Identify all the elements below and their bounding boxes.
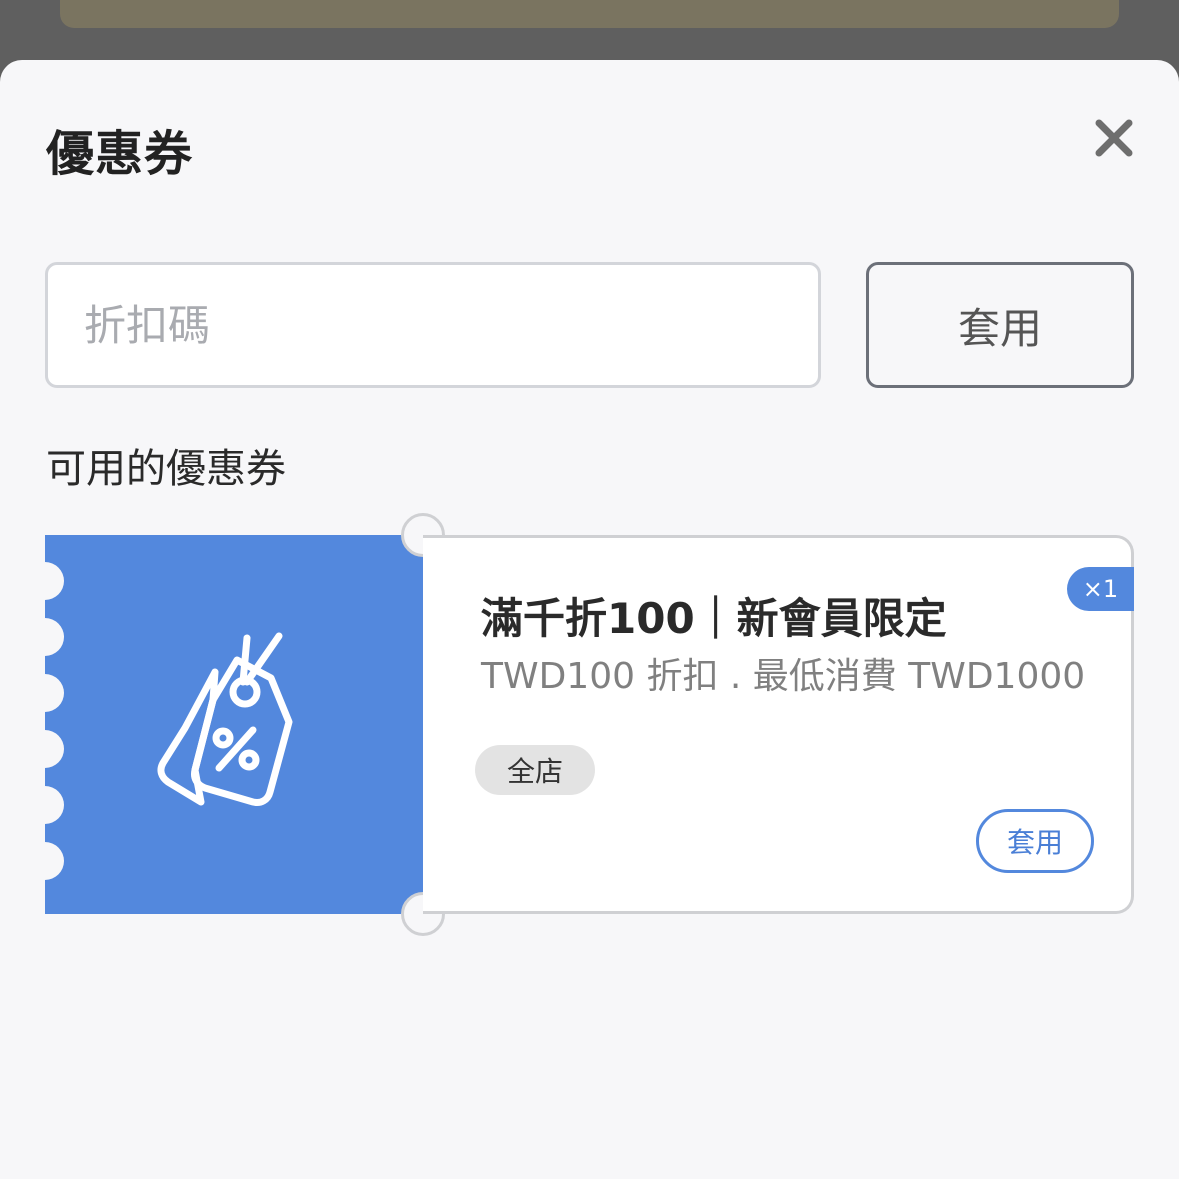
sheet-title: 優惠券 xyxy=(46,126,194,182)
coupon-card: 滿千折100｜新會員限定 TWD100 折扣 . 最低消費 TWD1000 ×1… xyxy=(26,513,1134,936)
quantity-badge: ×1 xyxy=(1067,567,1134,611)
coupon-title: 滿千折100｜新會員限定 xyxy=(481,594,947,643)
stub-scallop xyxy=(26,730,64,768)
discount-code-input[interactable] xyxy=(45,262,821,388)
apply-code-button[interactable]: 套用 xyxy=(866,262,1134,388)
stub-scallop xyxy=(26,674,64,712)
scope-chip: 全店 xyxy=(475,745,595,795)
discount-tag-icon xyxy=(157,632,293,806)
stub-scallop xyxy=(26,618,64,656)
close-icon xyxy=(1095,119,1133,157)
coupon-description: TWD100 折扣 . 最低消費 TWD1000 xyxy=(481,656,1086,697)
stub-scallop xyxy=(26,842,64,880)
stub-scallop xyxy=(26,562,64,600)
background-content-bar xyxy=(60,0,1119,28)
available-coupons-heading: 可用的優惠券 xyxy=(46,446,286,492)
coupon-sheet: 優惠券 套用 可用的優惠券 xyxy=(0,60,1179,1179)
stub-scallop xyxy=(26,786,64,824)
coupon-stub xyxy=(26,513,445,936)
close-button[interactable] xyxy=(1088,112,1140,164)
apply-coupon-button[interactable]: 套用 xyxy=(976,809,1094,873)
